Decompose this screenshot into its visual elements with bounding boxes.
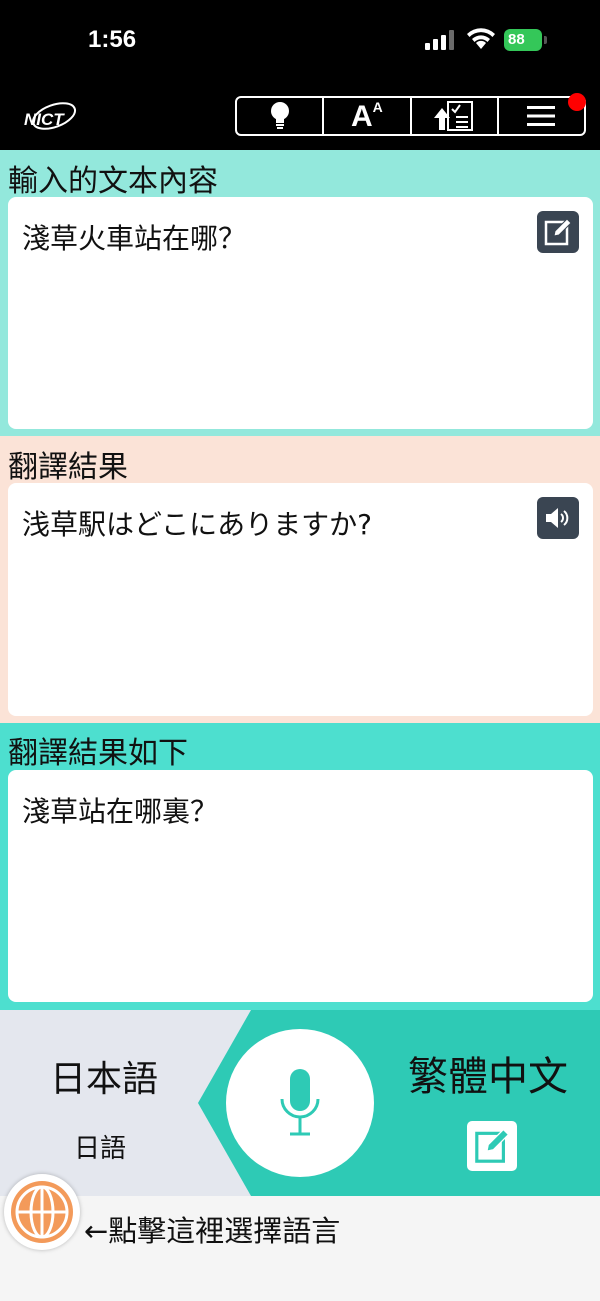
- wifi-icon: [467, 28, 495, 49]
- back-translation-panel: 翻譯結果如下 淺草站在哪裏？: [0, 723, 600, 1010]
- font-size-icon: AA: [350, 99, 383, 133]
- input-text: 淺草火車站在哪？: [22, 222, 247, 255]
- footer: ←點擊這裡選擇語言: [0, 1174, 600, 1301]
- edit-target-button[interactable]: [467, 1121, 517, 1171]
- microphone-button[interactable]: [226, 1029, 374, 1177]
- globe-icon: [11, 1181, 73, 1243]
- result-panel-title: 翻譯結果: [8, 450, 128, 485]
- svg-text:NICT: NICT: [24, 110, 65, 129]
- result-text-box: 浅草駅はどこにありますか?: [8, 483, 593, 716]
- notification-dot: [568, 93, 586, 111]
- menu-icon: [527, 106, 556, 126]
- font-size-button[interactable]: AA: [324, 98, 412, 134]
- cellular-signal-icon: [425, 30, 454, 50]
- nict-logo: NICT: [24, 102, 77, 130]
- target-language-label[interactable]: 繁體中文: [408, 1044, 568, 1102]
- hint-button[interactable]: [237, 98, 325, 134]
- speaker-icon: [546, 508, 569, 528]
- source-language-label[interactable]: 日本語: [50, 1050, 158, 1102]
- microphone-icon: [280, 1069, 320, 1136]
- battery-level: 88: [504, 29, 542, 51]
- back-translation-box: 淺草站在哪裏？: [8, 770, 593, 1002]
- edit-input-button[interactable]: [537, 211, 579, 253]
- source-language-sublabel: 日語: [74, 1134, 127, 1164]
- upload-checklist-icon: [434, 101, 474, 131]
- upload-checklist-button[interactable]: [412, 98, 499, 134]
- language-select-button[interactable]: [4, 1174, 80, 1250]
- edit-icon: [475, 1128, 510, 1163]
- speak-result-button[interactable]: [537, 497, 579, 539]
- status-time: 1:56: [88, 26, 137, 53]
- status-bar: 1:56 88: [0, 0, 600, 88]
- result-panel: 翻譯結果 浅草駅はどこにありますか?: [0, 436, 600, 723]
- toolbar: AA: [235, 96, 586, 136]
- language-bar: 日本語 日語 繁體中文: [0, 1010, 600, 1196]
- language-select-hint: ←點擊這裡選擇語言: [84, 1214, 341, 1248]
- back-translation-title: 翻譯結果如下: [8, 736, 188, 771]
- app-header: NICT AA: [0, 88, 600, 150]
- input-text-box[interactable]: 淺草火車站在哪？: [8, 197, 593, 429]
- lightbulb-icon: [270, 102, 289, 129]
- battery-icon: 88: [504, 29, 548, 51]
- edit-icon: [544, 218, 572, 246]
- back-translation-text: 淺草站在哪裏？: [22, 795, 219, 828]
- input-panel: 輸入的文本內容 淺草火車站在哪？: [0, 150, 600, 436]
- input-panel-title: 輸入的文本內容: [8, 164, 218, 199]
- result-text: 浅草駅はどこにありますか?: [22, 508, 373, 541]
